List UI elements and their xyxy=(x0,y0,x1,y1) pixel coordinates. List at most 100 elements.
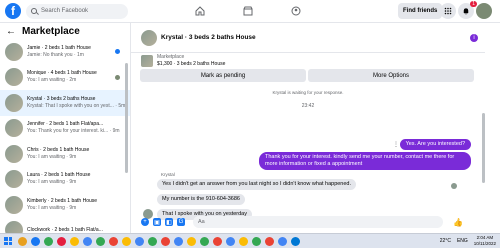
conversation-thumbnail xyxy=(5,68,23,87)
gif-icon[interactable]: G xyxy=(177,218,185,226)
conversation-preview: You: I am waiting · 9m xyxy=(27,204,77,211)
conversation-title: Monique · 4 beds 1 bath House xyxy=(27,70,97,77)
conversation-title: Laura · 2 beds 1 bath House xyxy=(27,172,91,179)
mark-as-pending-button[interactable]: Mark as pending xyxy=(140,69,306,82)
conversation-preview: Krystal: That I spoke with you on yest..… xyxy=(27,102,126,109)
taskbar-app-icon[interactable] xyxy=(109,236,118,246)
search-placeholder: Search Facebook xyxy=(41,8,89,14)
listing-summary[interactable]: Marketplace $1,300 · 3 beds 2 baths Hous… xyxy=(141,54,225,67)
add-icon[interactable]: + xyxy=(141,218,149,226)
more-icon[interactable]: ⋮ xyxy=(393,141,399,148)
taskbar-app-icon[interactable] xyxy=(174,236,183,246)
search-icon xyxy=(31,8,37,14)
conversation-item[interactable]: Monique · 4 beds 1 bath House You: I am w… xyxy=(0,65,130,91)
taskbar-app-icon[interactable] xyxy=(213,236,222,246)
taskbar-app-icon[interactable] xyxy=(200,236,209,246)
incoming-message[interactable]: My number is the 910-604-3686 xyxy=(157,194,245,205)
chat-header: Krystal · 3 beds 2 baths House xyxy=(131,23,485,53)
conversation-item[interactable]: Laura · 2 beds 1 bath House You: I am wai… xyxy=(0,167,130,193)
message-input[interactable]: Aa xyxy=(193,216,443,228)
taskbar-app-icon[interactable] xyxy=(278,236,287,246)
taskbar-app-icon[interactable] xyxy=(31,236,40,246)
back-arrow-icon[interactable]: ← xyxy=(6,26,16,37)
chat-scrollbar[interactable] xyxy=(482,113,485,183)
seen-avatar xyxy=(115,74,120,80)
taskbar-app-icon[interactable] xyxy=(70,236,79,246)
search-input[interactable]: Search Facebook xyxy=(26,3,128,19)
message-composer: + ▣ ◧ G Aa 👍 xyxy=(131,212,485,232)
clock-time: 2:04 AM xyxy=(476,235,494,240)
facebook-logo[interactable]: f xyxy=(5,3,21,19)
taskbar-app-icon[interactable] xyxy=(44,236,53,246)
listing-detail: $1,300 · 3 beds 2 baths House xyxy=(157,60,226,67)
groups-icon[interactable] xyxy=(288,3,304,19)
sticker-icon[interactable]: ◧ xyxy=(165,218,173,226)
notifications-button[interactable]: 1 xyxy=(458,1,477,19)
conversation-preview: You: Thank you for your interest. ki... … xyxy=(27,128,120,135)
notification-count-badge: 1 xyxy=(470,1,477,7)
conversation-thumbnail xyxy=(5,144,23,163)
photo-icon[interactable]: ▣ xyxy=(153,218,161,226)
windows-taskbar: 22°C ENG 2:04 AM 10/11/2022 xyxy=(0,233,500,248)
taskbar-app-icon[interactable] xyxy=(187,236,196,246)
conversation-thumbnail xyxy=(5,195,23,214)
marketplace-icon[interactable] xyxy=(240,3,256,19)
taskbar-app-icon[interactable] xyxy=(239,236,248,246)
taskbar-app-icon[interactable] xyxy=(96,236,105,246)
clock[interactable]: 2:04 AM 10/11/2022 xyxy=(474,235,496,246)
conversation-item[interactable]: Clockwork · 2 beds 1 bath Flat/a... xyxy=(0,218,130,233)
taskbar-app-icon[interactable] xyxy=(122,236,131,246)
sidebar-scrollbar[interactable] xyxy=(125,63,128,173)
unread-dot xyxy=(115,49,120,54)
menu-grid-button[interactable] xyxy=(440,3,456,19)
marketplace-sidebar: ← Marketplace Jamie · 2 beds 1 bath Hous… xyxy=(0,23,131,233)
conversation-item[interactable]: Krystal · 3 beds 2 baths House Krystal: T… xyxy=(0,90,130,116)
bell-icon xyxy=(463,8,469,15)
conversation-thumbnail xyxy=(5,119,23,138)
taskbar-app-icon[interactable] xyxy=(18,236,27,246)
conversation-title: Jennifer · 2 beds 1 bath Flat/apa... xyxy=(27,121,104,128)
home-icon[interactable] xyxy=(192,3,208,19)
taskbar-app-icon[interactable] xyxy=(135,236,144,246)
taskbar-app-icon[interactable] xyxy=(265,236,274,246)
taskbar-app-icon[interactable] xyxy=(83,236,92,246)
conversation-item[interactable]: Chris · 2 beds 1 bath House You: I am wai… xyxy=(0,141,130,167)
conversation-title: Jamie · 2 beds 1 bath House xyxy=(27,44,91,51)
message-timestamp: 23:42 xyxy=(301,103,315,109)
sidebar-header: ← Marketplace xyxy=(0,23,130,39)
conversation-item[interactable]: Jamie · 2 beds 1 bath House Jamie: No tha… xyxy=(0,39,130,65)
profile-avatar[interactable] xyxy=(476,3,492,19)
chat-listing-thumbnail[interactable] xyxy=(141,29,157,46)
taskbar-app-icon[interactable] xyxy=(57,236,66,246)
conversation-preview: You: I am waiting · 2m xyxy=(27,77,77,84)
chat-title[interactable]: Krystal · 3 beds 2 baths House xyxy=(161,34,256,41)
info-icon[interactable]: i xyxy=(470,34,478,42)
conversation-thumbnail xyxy=(5,170,23,189)
taskbar-app-icon[interactable] xyxy=(291,236,300,246)
taskbar-app-icon[interactable] xyxy=(252,236,261,246)
conversation-item[interactable]: Kimberly · 2 beds 1 bath House You: I am … xyxy=(0,192,130,218)
outgoing-message[interactable]: Thank you for your interest. kindly send… xyxy=(259,152,471,170)
outgoing-message[interactable]: Yes. Are you interested? xyxy=(399,139,471,150)
conversation-item[interactable]: Jennifer · 2 beds 1 bath Flat/apa... You:… xyxy=(0,116,130,142)
main-nav xyxy=(192,3,304,19)
language-indicator[interactable]: ENG xyxy=(457,238,468,244)
conversation-title: Kimberly · 2 beds 1 bath House xyxy=(27,197,98,204)
sender-name: Krystal xyxy=(161,172,175,177)
chat-panel: Krystal · 3 beds 2 baths House i Marketp… xyxy=(131,23,485,233)
taskbar-app-icon[interactable] xyxy=(226,236,235,246)
more-options-button[interactable]: More Options xyxy=(308,69,474,82)
incoming-message[interactable]: Yes I didn't get an answer from you last… xyxy=(157,179,357,190)
conversation-preview: You: I am waiting · 9m xyxy=(27,153,77,160)
conversation-list: Jamie · 2 beds 1 bath House Jamie: No tha… xyxy=(0,39,130,233)
like-icon[interactable]: 👍 xyxy=(453,218,463,227)
weather-text[interactable]: 22°C xyxy=(440,238,451,244)
taskbar-app-icon[interactable] xyxy=(161,236,170,246)
windows-start-icon[interactable] xyxy=(4,237,12,245)
conversation-preview: You: I am waiting · 9m xyxy=(27,179,77,186)
seen-indicator-avatar xyxy=(451,183,457,189)
taskbar-app-icon[interactable] xyxy=(148,236,157,246)
find-friends-button[interactable]: Find friends xyxy=(398,3,443,19)
taskbar-apps xyxy=(18,236,300,246)
clock-date: 10/11/2022 xyxy=(473,240,496,246)
